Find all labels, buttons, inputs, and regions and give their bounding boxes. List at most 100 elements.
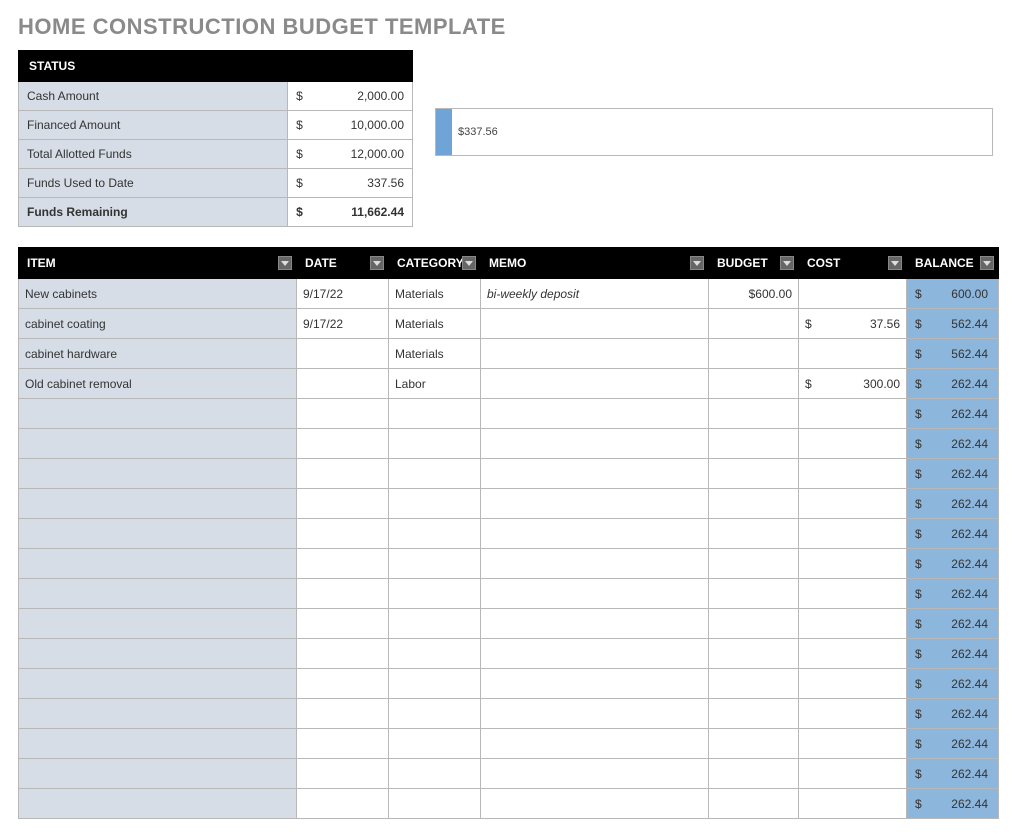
header-date[interactable]: DATE xyxy=(297,248,389,279)
cell-balance[interactable]: $262.44 xyxy=(907,549,999,579)
cell-balance[interactable]: $600.00 xyxy=(907,279,999,309)
header-memo[interactable]: MEMO xyxy=(481,248,709,279)
cell-date[interactable] xyxy=(297,759,389,789)
cell-date[interactable] xyxy=(297,609,389,639)
filter-icon[interactable] xyxy=(370,256,384,270)
cell-memo[interactable] xyxy=(481,459,709,489)
header-category[interactable]: CATEGORY xyxy=(389,248,481,279)
cell-budget[interactable] xyxy=(709,399,799,429)
cell-cost[interactable] xyxy=(799,459,907,489)
cell-category[interactable] xyxy=(389,429,481,459)
cell-item[interactable]: Old cabinet removal xyxy=(19,369,297,399)
cell-cost[interactable]: $37.56 xyxy=(799,309,907,339)
status-label[interactable]: Financed Amount xyxy=(19,111,288,140)
cell-budget[interactable] xyxy=(709,369,799,399)
cell-balance[interactable]: $262.44 xyxy=(907,369,999,399)
cell-budget[interactable] xyxy=(709,549,799,579)
cell-memo[interactable] xyxy=(481,789,709,819)
header-budget[interactable]: BUDGET xyxy=(709,248,799,279)
status-label[interactable]: Funds Remaining xyxy=(19,198,288,227)
cell-category[interactable] xyxy=(389,729,481,759)
cell-item[interactable] xyxy=(19,609,297,639)
cell-date[interactable] xyxy=(297,429,389,459)
cell-balance[interactable]: $262.44 xyxy=(907,459,999,489)
cell-date[interactable] xyxy=(297,369,389,399)
cell-item[interactable] xyxy=(19,639,297,669)
cell-date[interactable] xyxy=(297,789,389,819)
header-cost[interactable]: COST xyxy=(799,248,907,279)
status-value[interactable]: $337.56 xyxy=(288,169,413,198)
cell-item[interactable] xyxy=(19,459,297,489)
cell-item[interactable]: cabinet coating xyxy=(19,309,297,339)
header-item[interactable]: ITEM xyxy=(19,248,297,279)
cell-category[interactable] xyxy=(389,609,481,639)
cell-date[interactable] xyxy=(297,579,389,609)
cell-item[interactable] xyxy=(19,699,297,729)
cell-date[interactable] xyxy=(297,639,389,669)
cell-budget[interactable] xyxy=(709,759,799,789)
cell-item[interactable] xyxy=(19,729,297,759)
cell-budget[interactable] xyxy=(709,789,799,819)
filter-icon[interactable] xyxy=(462,256,476,270)
cell-memo[interactable] xyxy=(481,519,709,549)
filter-icon[interactable] xyxy=(980,256,994,270)
cell-budget[interactable] xyxy=(709,669,799,699)
cell-category[interactable] xyxy=(389,399,481,429)
cell-cost[interactable] xyxy=(799,609,907,639)
cell-balance[interactable]: $562.44 xyxy=(907,339,999,369)
cell-item[interactable] xyxy=(19,669,297,699)
cell-memo[interactable] xyxy=(481,729,709,759)
cell-category[interactable] xyxy=(389,699,481,729)
cell-category[interactable] xyxy=(389,459,481,489)
cell-date[interactable] xyxy=(297,339,389,369)
cell-balance[interactable]: $262.44 xyxy=(907,609,999,639)
cell-date[interactable]: 9/17/22 xyxy=(297,309,389,339)
cell-memo[interactable] xyxy=(481,579,709,609)
cell-cost[interactable] xyxy=(799,789,907,819)
cell-category[interactable] xyxy=(389,489,481,519)
cell-budget[interactable] xyxy=(709,579,799,609)
cell-cost[interactable] xyxy=(799,729,907,759)
cell-memo[interactable] xyxy=(481,609,709,639)
cell-balance[interactable]: $262.44 xyxy=(907,789,999,819)
cell-memo[interactable] xyxy=(481,549,709,579)
cell-balance[interactable]: $262.44 xyxy=(907,429,999,459)
cell-memo[interactable] xyxy=(481,639,709,669)
cell-balance[interactable]: $262.44 xyxy=(907,519,999,549)
cell-cost[interactable]: $300.00 xyxy=(799,369,907,399)
cell-budget[interactable] xyxy=(709,729,799,759)
cell-memo[interactable] xyxy=(481,369,709,399)
filter-icon[interactable] xyxy=(888,256,902,270)
cell-budget[interactable] xyxy=(709,639,799,669)
status-label[interactable]: Funds Used to Date xyxy=(19,169,288,198)
cell-memo[interactable] xyxy=(481,429,709,459)
cell-date[interactable] xyxy=(297,549,389,579)
cell-memo[interactable] xyxy=(481,309,709,339)
cell-balance[interactable]: $262.44 xyxy=(907,579,999,609)
cell-cost[interactable] xyxy=(799,549,907,579)
cell-date[interactable] xyxy=(297,459,389,489)
cell-balance[interactable]: $262.44 xyxy=(907,639,999,669)
cell-item[interactable] xyxy=(19,789,297,819)
cell-category[interactable]: Materials xyxy=(389,279,481,309)
cell-cost[interactable] xyxy=(799,759,907,789)
cell-budget[interactable] xyxy=(709,609,799,639)
cell-category[interactable] xyxy=(389,639,481,669)
cell-balance[interactable]: $262.44 xyxy=(907,669,999,699)
status-value[interactable]: $2,000.00 xyxy=(288,82,413,111)
cell-item[interactable] xyxy=(19,759,297,789)
cell-budget[interactable]: $600.00 xyxy=(709,279,799,309)
status-value[interactable]: $11,662.44 xyxy=(288,198,413,227)
cell-memo[interactable] xyxy=(481,669,709,699)
status-value[interactable]: $12,000.00 xyxy=(288,140,413,169)
cell-cost[interactable] xyxy=(799,279,907,309)
cell-budget[interactable] xyxy=(709,459,799,489)
cell-balance[interactable]: $262.44 xyxy=(907,699,999,729)
cell-cost[interactable] xyxy=(799,639,907,669)
cell-item[interactable]: cabinet hardware xyxy=(19,339,297,369)
cell-item[interactable] xyxy=(19,429,297,459)
cell-memo[interactable]: bi-weekly deposit xyxy=(481,279,709,309)
cell-budget[interactable] xyxy=(709,699,799,729)
cell-budget[interactable] xyxy=(709,519,799,549)
cell-item[interactable] xyxy=(19,549,297,579)
